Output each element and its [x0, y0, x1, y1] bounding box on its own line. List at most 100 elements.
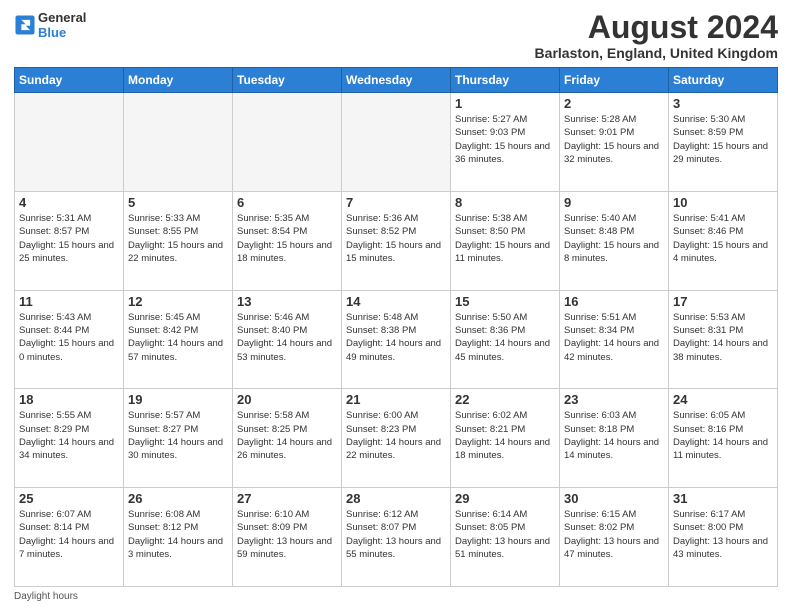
day-info: Sunrise: 6:00 AM Sunset: 8:23 PM Dayligh…: [346, 409, 446, 462]
day-info: Sunrise: 6:07 AM Sunset: 8:14 PM Dayligh…: [19, 508, 119, 561]
page: General Blue August 2024 Barlaston, Engl…: [0, 0, 792, 612]
footer-note: Daylight hours: [14, 591, 778, 602]
calendar: Sunday Monday Tuesday Wednesday Thursday…: [14, 67, 778, 587]
day-number: 13: [237, 294, 337, 309]
calendar-cell: 8 Sunrise: 5:38 AM Sunset: 8:50 PM Daylig…: [451, 191, 560, 290]
calendar-week-2: 11 Sunrise: 5:43 AM Sunset: 8:44 PM Dayli…: [15, 290, 778, 389]
calendar-cell: 30Sunrise: 6:15 AM Sunset: 8:02 PM Dayli…: [560, 488, 669, 587]
calendar-cell: 16Sunrise: 5:51 AM Sunset: 8:34 PM Dayli…: [560, 290, 669, 389]
day-info: Sunrise: 5:27 AM Sunset: 9:03 PM Dayligh…: [455, 113, 555, 166]
day-number: 3: [673, 96, 773, 111]
day-info: Sunrise: 5:28 AM Sunset: 9:01 PM Dayligh…: [564, 113, 664, 166]
day-info: Sunrise: 5:48 AM Sunset: 8:38 PM Dayligh…: [346, 311, 446, 364]
calendar-cell: [233, 93, 342, 192]
day-info: Sunrise: 5:41 AM Sunset: 8:46 PM Dayligh…: [673, 212, 773, 265]
day-info: Sunrise: 5:45 AM Sunset: 8:42 PM Dayligh…: [128, 311, 228, 364]
calendar-week-1: 4 Sunrise: 5:31 AM Sunset: 8:57 PM Daylig…: [15, 191, 778, 290]
calendar-cell: 19 Sunrise: 5:57 AM Sunset: 8:27 PM Dayli…: [124, 389, 233, 488]
calendar-cell: 18 Sunrise: 5:55 AM Sunset: 8:29 PM Dayli…: [15, 389, 124, 488]
calendar-cell: 12 Sunrise: 5:45 AM Sunset: 8:42 PM Dayli…: [124, 290, 233, 389]
calendar-cell: 24Sunrise: 6:05 AM Sunset: 8:16 PM Dayli…: [669, 389, 778, 488]
day-number: 4: [19, 195, 119, 210]
day-number: 29: [455, 491, 555, 506]
calendar-cell: 7Sunrise: 5:36 AM Sunset: 8:52 PM Daylig…: [342, 191, 451, 290]
day-info: Sunrise: 5:55 AM Sunset: 8:29 PM Dayligh…: [19, 409, 119, 462]
calendar-cell: 26 Sunrise: 6:08 AM Sunset: 8:12 PM Dayli…: [124, 488, 233, 587]
logo: General Blue: [14, 10, 86, 40]
day-number: 28: [346, 491, 446, 506]
calendar-cell: 11 Sunrise: 5:43 AM Sunset: 8:44 PM Dayli…: [15, 290, 124, 389]
calendar-week-3: 18 Sunrise: 5:55 AM Sunset: 8:29 PM Dayli…: [15, 389, 778, 488]
day-number: 8: [455, 195, 555, 210]
day-number: 19: [128, 392, 228, 407]
calendar-cell: 28 Sunrise: 6:12 AM Sunset: 8:07 PM Dayli…: [342, 488, 451, 587]
calendar-cell: 4 Sunrise: 5:31 AM Sunset: 8:57 PM Daylig…: [15, 191, 124, 290]
day-info: Sunrise: 5:38 AM Sunset: 8:50 PM Dayligh…: [455, 212, 555, 265]
day-number: 22: [455, 392, 555, 407]
day-number: 1: [455, 96, 555, 111]
day-info: Sunrise: 6:02 AM Sunset: 8:21 PM Dayligh…: [455, 409, 555, 462]
logo-text: General Blue: [38, 10, 86, 40]
day-number: 30: [564, 491, 664, 506]
calendar-header-row: Sunday Monday Tuesday Wednesday Thursday…: [15, 68, 778, 93]
day-info: Sunrise: 5:58 AM Sunset: 8:25 PM Dayligh…: [237, 409, 337, 462]
day-info: Sunrise: 5:53 AM Sunset: 8:31 PM Dayligh…: [673, 311, 773, 364]
calendar-cell: 31Sunrise: 6:17 AM Sunset: 8:00 PM Dayli…: [669, 488, 778, 587]
day-number: 23: [564, 392, 664, 407]
day-number: 26: [128, 491, 228, 506]
day-number: 10: [673, 195, 773, 210]
day-number: 18: [19, 392, 119, 407]
calendar-cell: [15, 93, 124, 192]
calendar-cell: 14 Sunrise: 5:48 AM Sunset: 8:38 PM Dayli…: [342, 290, 451, 389]
logo-icon: [14, 14, 36, 36]
subtitle: Barlaston, England, United Kingdom: [535, 45, 778, 61]
day-info: Sunrise: 6:14 AM Sunset: 8:05 PM Dayligh…: [455, 508, 555, 561]
day-info: Sunrise: 5:43 AM Sunset: 8:44 PM Dayligh…: [19, 311, 119, 364]
calendar-cell: 9Sunrise: 5:40 AM Sunset: 8:48 PM Daylig…: [560, 191, 669, 290]
day-info: Sunrise: 5:46 AM Sunset: 8:40 PM Dayligh…: [237, 311, 337, 364]
calendar-cell: 25 Sunrise: 6:07 AM Sunset: 8:14 PM Dayli…: [15, 488, 124, 587]
day-info: Sunrise: 6:08 AM Sunset: 8:12 PM Dayligh…: [128, 508, 228, 561]
header-tuesday: Tuesday: [233, 68, 342, 93]
calendar-cell: 20 Sunrise: 5:58 AM Sunset: 8:25 PM Dayli…: [233, 389, 342, 488]
header: General Blue August 2024 Barlaston, Engl…: [14, 10, 778, 61]
day-info: Sunrise: 5:57 AM Sunset: 8:27 PM Dayligh…: [128, 409, 228, 462]
day-number: 31: [673, 491, 773, 506]
day-number: 17: [673, 294, 773, 309]
calendar-cell: 1 Sunrise: 5:27 AM Sunset: 9:03 PM Daylig…: [451, 93, 560, 192]
calendar-cell: 22 Sunrise: 6:02 AM Sunset: 8:21 PM Dayli…: [451, 389, 560, 488]
calendar-cell: 2 Sunrise: 5:28 AM Sunset: 9:01 PM Daylig…: [560, 93, 669, 192]
header-sunday: Sunday: [15, 68, 124, 93]
header-saturday: Saturday: [669, 68, 778, 93]
calendar-cell: 23Sunrise: 6:03 AM Sunset: 8:18 PM Dayli…: [560, 389, 669, 488]
header-wednesday: Wednesday: [342, 68, 451, 93]
header-friday: Friday: [560, 68, 669, 93]
calendar-cell: 15Sunrise: 5:50 AM Sunset: 8:36 PM Dayli…: [451, 290, 560, 389]
day-number: 2: [564, 96, 664, 111]
day-number: 12: [128, 294, 228, 309]
calendar-cell: 29 Sunrise: 6:14 AM Sunset: 8:05 PM Dayli…: [451, 488, 560, 587]
calendar-cell: [342, 93, 451, 192]
title-block: August 2024 Barlaston, England, United K…: [535, 10, 778, 61]
day-number: 5: [128, 195, 228, 210]
main-title: August 2024: [535, 10, 778, 45]
calendar-cell: 10 Sunrise: 5:41 AM Sunset: 8:46 PM Dayli…: [669, 191, 778, 290]
calendar-cell: 21 Sunrise: 6:00 AM Sunset: 8:23 PM Dayli…: [342, 389, 451, 488]
day-number: 27: [237, 491, 337, 506]
day-number: 14: [346, 294, 446, 309]
calendar-cell: [124, 93, 233, 192]
day-number: 25: [19, 491, 119, 506]
day-number: 21: [346, 392, 446, 407]
day-info: Sunrise: 6:05 AM Sunset: 8:16 PM Dayligh…: [673, 409, 773, 462]
day-number: 15: [455, 294, 555, 309]
day-number: 11: [19, 294, 119, 309]
calendar-cell: 13 Sunrise: 5:46 AM Sunset: 8:40 PM Dayli…: [233, 290, 342, 389]
day-info: Sunrise: 5:31 AM Sunset: 8:57 PM Dayligh…: [19, 212, 119, 265]
calendar-cell: 27Sunrise: 6:10 AM Sunset: 8:09 PM Dayli…: [233, 488, 342, 587]
day-info: Sunrise: 5:35 AM Sunset: 8:54 PM Dayligh…: [237, 212, 337, 265]
day-number: 20: [237, 392, 337, 407]
day-info: Sunrise: 6:12 AM Sunset: 8:07 PM Dayligh…: [346, 508, 446, 561]
calendar-week-0: 1 Sunrise: 5:27 AM Sunset: 9:03 PM Daylig…: [15, 93, 778, 192]
day-info: Sunrise: 5:40 AM Sunset: 8:48 PM Dayligh…: [564, 212, 664, 265]
day-number: 7: [346, 195, 446, 210]
